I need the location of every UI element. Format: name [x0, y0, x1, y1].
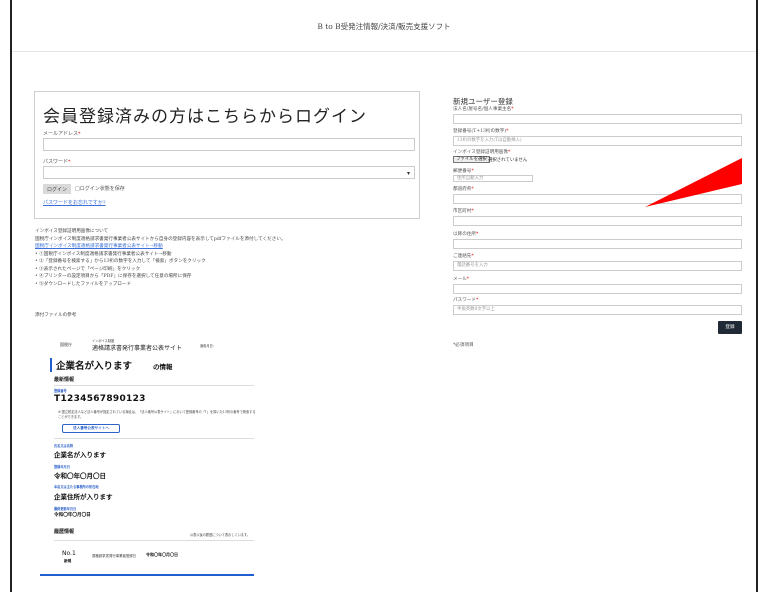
- sample-row-no: No.1: [62, 550, 76, 557]
- divider: [54, 540, 254, 541]
- mail-input[interactable]: [453, 284, 742, 294]
- phone-label: ご連絡先*: [453, 254, 474, 259]
- password-reg-label: パスワード*: [453, 298, 479, 303]
- address-input[interactable]: [453, 239, 742, 249]
- instructions-desc: 国税庁インボイス制度適格請求書発行事業者公表サイトから自身の登録内容を表示してp…: [35, 236, 286, 242]
- sample-nta-label: 国税庁: [60, 342, 72, 347]
- sample-name: 企業名が入ります: [54, 451, 106, 459]
- reg-no-label: 登録番号(T+13桁の数字)*: [453, 129, 509, 134]
- instructions-heading: インボイス登録証明用画像について: [35, 229, 109, 234]
- sample-reg-cap: 登録番号: [54, 389, 67, 393]
- invoice-instructions: インボイス登録証明用画像について 国税庁インボイス制度適格請求書発行事業者公表サ…: [35, 228, 435, 288]
- city-input[interactable]: [453, 216, 742, 226]
- address-label: 以降の住所*: [453, 232, 479, 237]
- invoice-image-label: インボイス登録証明用画像*: [453, 150, 511, 155]
- sample-row-label: 適格請求書発行事業者登録日: [92, 554, 137, 558]
- login-title: 会員登録済みの方はこちらからログイン: [43, 107, 367, 127]
- sample-bottom-bar: [40, 574, 254, 576]
- sample-date: 令和〇年〇月〇日: [54, 472, 106, 480]
- sample-latest: 最新情報: [54, 377, 75, 383]
- sample-corp-button: 法人番号公表サイトへ: [62, 424, 120, 433]
- file-select-button[interactable]: ファイルを選択: [453, 156, 490, 163]
- reg-no-input[interactable]: 13桁の数字を入力(Tは自動挿入): [453, 136, 742, 146]
- divider: [54, 385, 254, 386]
- divider: [54, 438, 254, 439]
- zip-input[interactable]: 住所自動入力: [453, 175, 533, 182]
- sample-company: 企業名が入ります: [56, 361, 133, 372]
- sample-addr: 企業住所が入ります: [54, 493, 113, 501]
- forgot-password-link[interactable]: パスワードをお忘れですか?: [43, 199, 106, 206]
- sample-row-sub: 新規: [64, 559, 72, 563]
- register-button[interactable]: 登録: [718, 321, 742, 334]
- email-label: メールアドレス*: [43, 131, 81, 137]
- sample-info-suffix: の情報: [153, 363, 173, 371]
- chevron-down-icon: ▾: [406, 170, 410, 177]
- pref-label: 都道府県*: [453, 187, 474, 192]
- site-header: B to B受発注情報/決済/販売支援ソフト: [12, 0, 756, 52]
- sample-history-note: 公表以後の履歴について表示しています。: [190, 533, 251, 537]
- sample-row-date: 令和〇年〇月〇日: [146, 552, 178, 557]
- site-title: B to B受発注情報/決済/販売支援ソフト: [317, 22, 451, 31]
- company-label: 法人名/屋号名/個人事業主名*: [453, 107, 514, 112]
- sample-accent-bar: [50, 358, 52, 372]
- nta-site-link[interactable]: 国税庁インボイス制度適格請求書発行事業者公表サイト→移動: [35, 243, 435, 251]
- sample-date-cap: 登録年月日: [54, 465, 70, 469]
- company-input[interactable]: [453, 114, 742, 124]
- sample-date-label: 適用月日：: [200, 344, 216, 348]
- sample-invoice-image: 国税庁 インボイス制度 適格請求書発行事業者公表サイト 適用月日： 企業名が入り…: [40, 330, 268, 576]
- remember-checkbox[interactable]: □ログイン状態を保存: [75, 185, 125, 192]
- sample-update-cap: 最終更新年月日: [54, 507, 77, 511]
- zip-label: 郵便番号*: [453, 169, 474, 174]
- email-input[interactable]: [43, 138, 415, 151]
- step-item: ①国税庁インボイス制度適格請求書発行事業者公表サイト→移動: [35, 251, 435, 259]
- password-label: パスワード*: [43, 159, 71, 165]
- step-item: ②「登録番号を検索する」から13桁の数字を入力して「検索」ボタンをクリック: [35, 258, 435, 266]
- step-item: ⑤ダウンロードしたファイルをアップロード: [35, 281, 435, 289]
- sample-history: 履歴情報: [54, 529, 75, 535]
- file-status: 選択されていません: [488, 158, 528, 163]
- sample-update: 令和〇年〇月〇日: [54, 513, 91, 518]
- password-input[interactable]: ▾: [43, 166, 415, 179]
- mail-label: メール*: [453, 277, 470, 282]
- sample-note: ※ 国立税定法人など法人番号が指定されている場合は、「法人番号公表サイト」におい…: [58, 410, 256, 419]
- login-button[interactable]: ログイン: [43, 184, 71, 194]
- required-note: *必須項目: [453, 343, 474, 348]
- sample-name-cap: 氏名又は名称: [54, 444, 74, 448]
- sample-reg-no: T1234567890123: [54, 394, 146, 404]
- sample-site-title: 適格請求書発行事業者公表サイト: [92, 345, 183, 352]
- pref-input[interactable]: [453, 194, 742, 204]
- reference-title: 添付ファイルの参考: [35, 313, 77, 318]
- password-reg-input[interactable]: 半角英数8文字以上: [453, 305, 742, 315]
- login-panel: 会員登録済みの方はこちらからログイン メールアドレス* パスワード* ▾ ログイ…: [34, 91, 420, 219]
- step-item: ③表示されたページで「ページ印刷」をクリック: [35, 266, 435, 274]
- phone-input[interactable]: 電話番号を入力: [453, 261, 742, 271]
- step-item: ④プリンターの設定項目から「PDF」に保存を選択して任意の場所に保存: [35, 273, 435, 281]
- city-label: 市区町村*: [453, 209, 474, 214]
- sample-addr-cap: 本店又は主たる事務所の所在地: [54, 485, 99, 489]
